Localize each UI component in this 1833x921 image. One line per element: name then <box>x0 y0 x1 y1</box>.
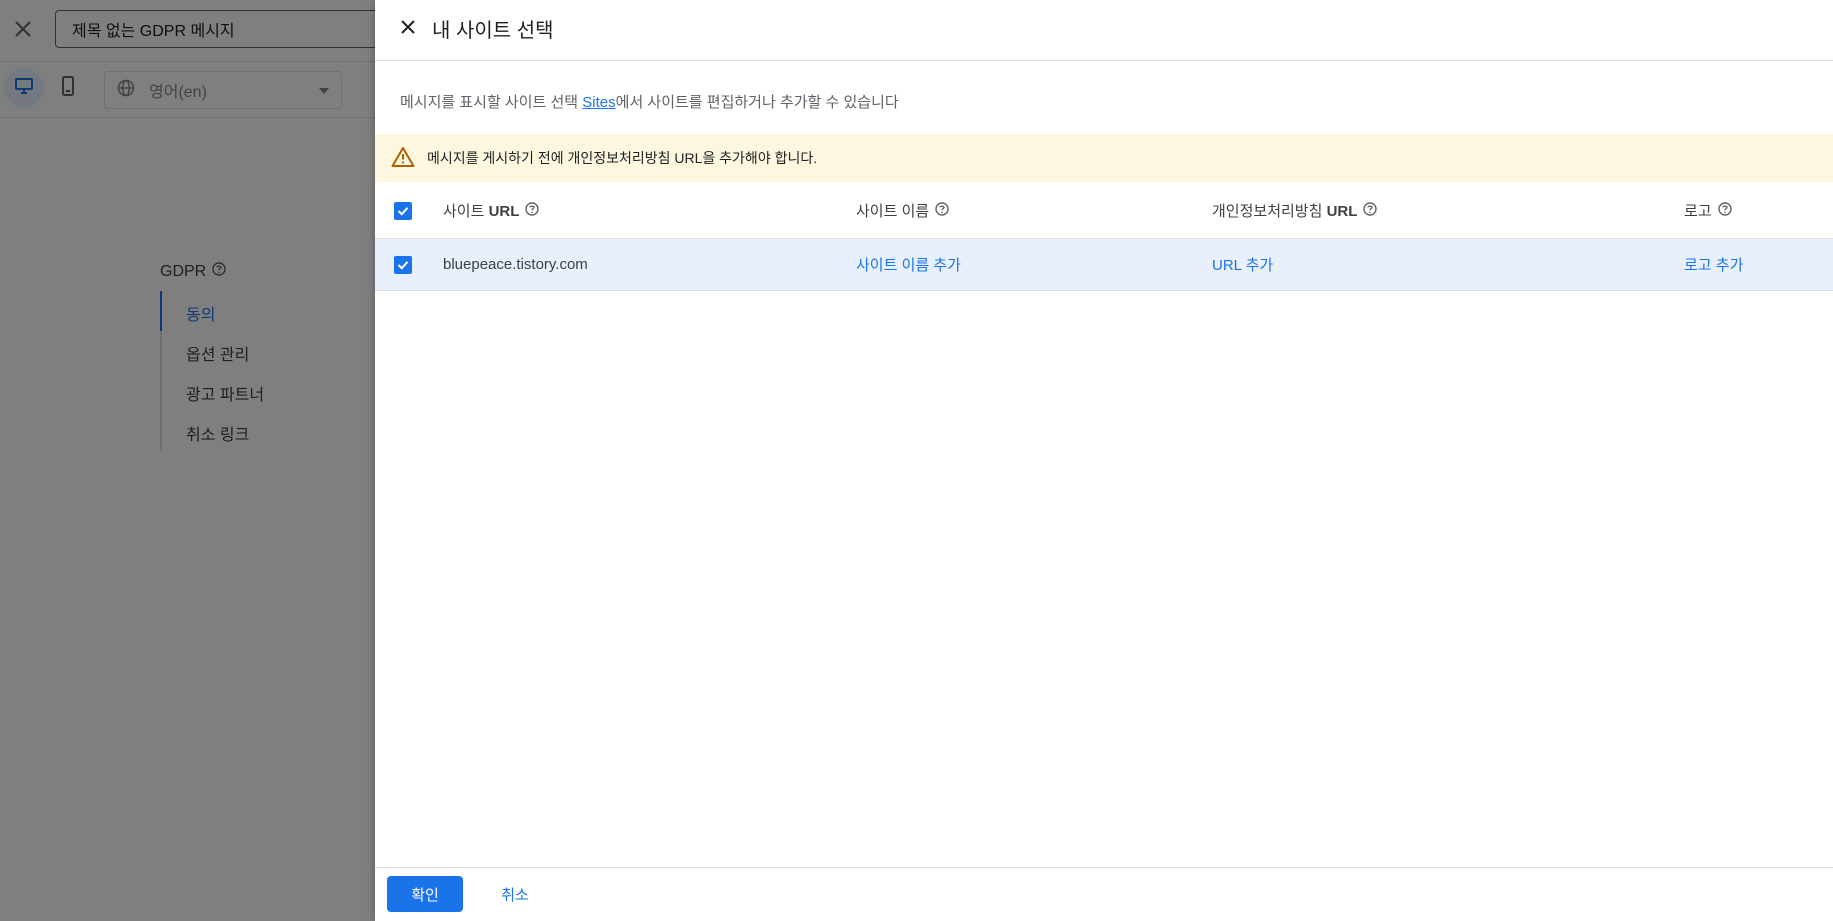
add-logo-link[interactable]: 로고 추가 <box>1684 239 1743 290</box>
cancel-button[interactable]: 취소 <box>483 876 547 912</box>
help-icon[interactable] <box>1363 201 1378 220</box>
sites-table: 사이트 URL 사이트 이름 개인정보처리방침 URL 로고 bluepeace… <box>375 183 1833 291</box>
header-logo-text: 로고 <box>1684 203 1712 220</box>
site-url-cell: bluepeace.tistory.com <box>443 256 588 273</box>
checkbox-checked-icon <box>394 255 412 274</box>
add-site-name-link[interactable]: 사이트 이름 추가 <box>856 239 961 290</box>
header-name-text: 사이트 이름 <box>856 203 930 220</box>
header-url-prefix: 사이트 <box>443 203 489 220</box>
help-icon[interactable] <box>1717 201 1732 220</box>
select-all-checkbox[interactable] <box>394 183 412 238</box>
header-privacy-prefix: 개인정보처리방침 <box>1212 203 1327 220</box>
description-prefix: 메시지를 표시할 사이트 선택 <box>400 94 583 111</box>
header-site-name: 사이트 이름 <box>856 183 949 238</box>
checkbox-checked-icon <box>394 201 412 220</box>
warning-text: 메시지를 게시하기 전에 개인정보처리방침 URL을 추가해야 합니다. <box>427 150 818 166</box>
header-privacy-bold: URL <box>1326 203 1358 220</box>
sites-link[interactable]: Sites <box>582 94 615 111</box>
privacy-warning-banner: 메시지를 게시하기 전에 개인정보처리방침 URL을 추가해야 합니다. <box>375 134 1833 182</box>
header-site-url: 사이트 URL <box>443 183 540 238</box>
warning-icon <box>391 146 415 171</box>
description-suffix: 에서 사이트를 편집하거나 추가할 수 있습니다 <box>615 94 899 111</box>
panel-header: 내 사이트 선택 <box>375 0 1833 61</box>
help-icon[interactable] <box>935 201 949 220</box>
confirm-button[interactable]: 확인 <box>387 876 463 912</box>
add-privacy-url-link[interactable]: URL 추가 <box>1212 239 1273 290</box>
help-icon[interactable] <box>525 201 540 220</box>
row-checkbox[interactable] <box>394 239 412 290</box>
header-url-bold: URL <box>488 203 520 220</box>
close-icon <box>400 19 416 40</box>
panel-description: 메시지를 표시할 사이트 선택 Sites에서 사이트를 편집하거나 추가할 수… <box>400 91 899 112</box>
header-logo: 로고 <box>1684 183 1732 238</box>
panel-footer: 확인 취소 <box>375 867 1833 921</box>
table-header-row: 사이트 URL 사이트 이름 개인정보처리방침 URL 로고 <box>375 183 1833 239</box>
header-privacy-url: 개인정보처리방침 URL <box>1212 183 1378 238</box>
close-panel-button[interactable] <box>395 16 421 42</box>
select-sites-panel: 내 사이트 선택 메시지를 표시할 사이트 선택 Sites에서 사이트를 편집… <box>375 0 1833 921</box>
table-row[interactable]: bluepeace.tistory.com 사이트 이름 추가 URL 추가 로… <box>375 239 1833 291</box>
panel-title: 내 사이트 선택 <box>432 20 554 42</box>
